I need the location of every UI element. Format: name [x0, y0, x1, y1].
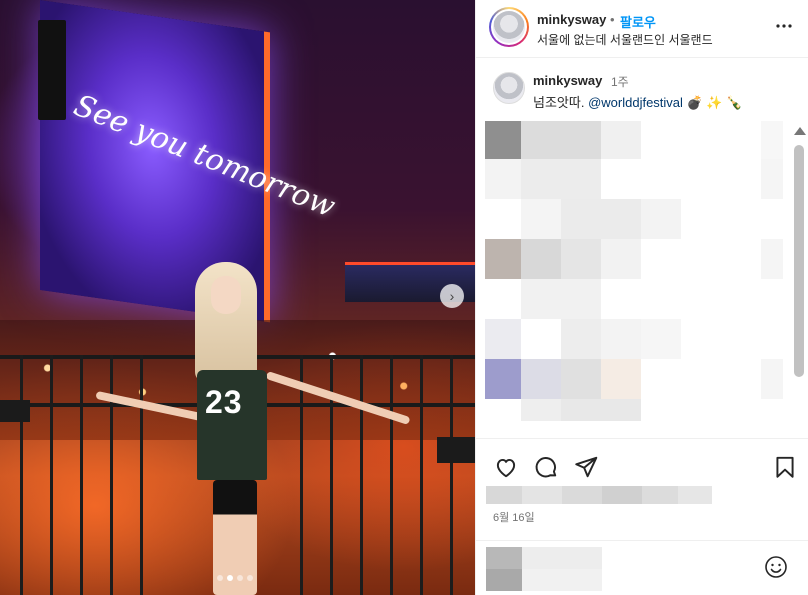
caption-emojis: 💣 ✨ 🍾	[686, 95, 743, 110]
comments-scrollbar[interactable]	[792, 123, 806, 437]
scroll-thumb[interactable]	[794, 145, 804, 377]
caption-time[interactable]: 1주	[611, 73, 629, 90]
caption-text: 넘조앗따. @worlddjfestival 💣 ✨ 🍾	[533, 92, 742, 111]
carousel-dot-active	[227, 575, 233, 581]
crowd-sign-left	[0, 400, 30, 422]
caption-mention[interactable]: @worlddjfestival	[588, 95, 683, 110]
separator-dot: •	[610, 12, 615, 27]
follow-button[interactable]: 팔로우	[620, 12, 656, 31]
carousel-dot	[217, 575, 223, 581]
send-icon[interactable]	[573, 454, 599, 480]
post-date[interactable]: 6월 16일	[493, 509, 535, 525]
heart-icon[interactable]	[493, 454, 519, 480]
caption-avatar[interactable]	[493, 72, 525, 104]
post-header: minkysway • 팔로우 서울에 없는데 서울랜드인 서울랜드	[476, 0, 808, 58]
crowd-sign-right	[437, 437, 475, 463]
smiley-icon[interactable]	[764, 555, 788, 579]
likes-count-blurred[interactable]	[486, 486, 712, 504]
next-photo-button[interactable]: ›	[440, 284, 464, 308]
post-side-panel: minkysway • 팔로우 서울에 없는데 서울랜드인 서울랜드 minky…	[475, 0, 808, 595]
person-figure: 23	[95, 262, 411, 595]
post-photo[interactable]: See you tomorrow 23 ›	[0, 0, 475, 595]
avatar[interactable]	[489, 7, 529, 47]
caption-body: 넘조앗따.	[533, 95, 585, 110]
bookmark-icon[interactable]	[772, 454, 798, 480]
caption-username[interactable]: minkysway	[533, 73, 602, 88]
scroll-up-arrow-icon[interactable]	[794, 127, 806, 135]
location-link[interactable]: 서울에 없는데 서울랜드인 서울랜드	[537, 31, 713, 48]
carousel-dot	[237, 575, 243, 581]
more-horizontal-icon[interactable]	[774, 16, 794, 36]
comment-icon[interactable]	[533, 454, 559, 480]
speaker-array	[38, 20, 66, 120]
header-username[interactable]: minkysway	[537, 12, 606, 27]
carousel-dot	[247, 575, 253, 581]
comment-composer[interactable]	[476, 540, 808, 595]
comments-area: minkysway 1주 넘조앗따. @worlddjfestival 💣 ✨ …	[476, 59, 808, 437]
jersey-number: 23	[205, 384, 243, 420]
carousel-dots	[217, 575, 253, 581]
